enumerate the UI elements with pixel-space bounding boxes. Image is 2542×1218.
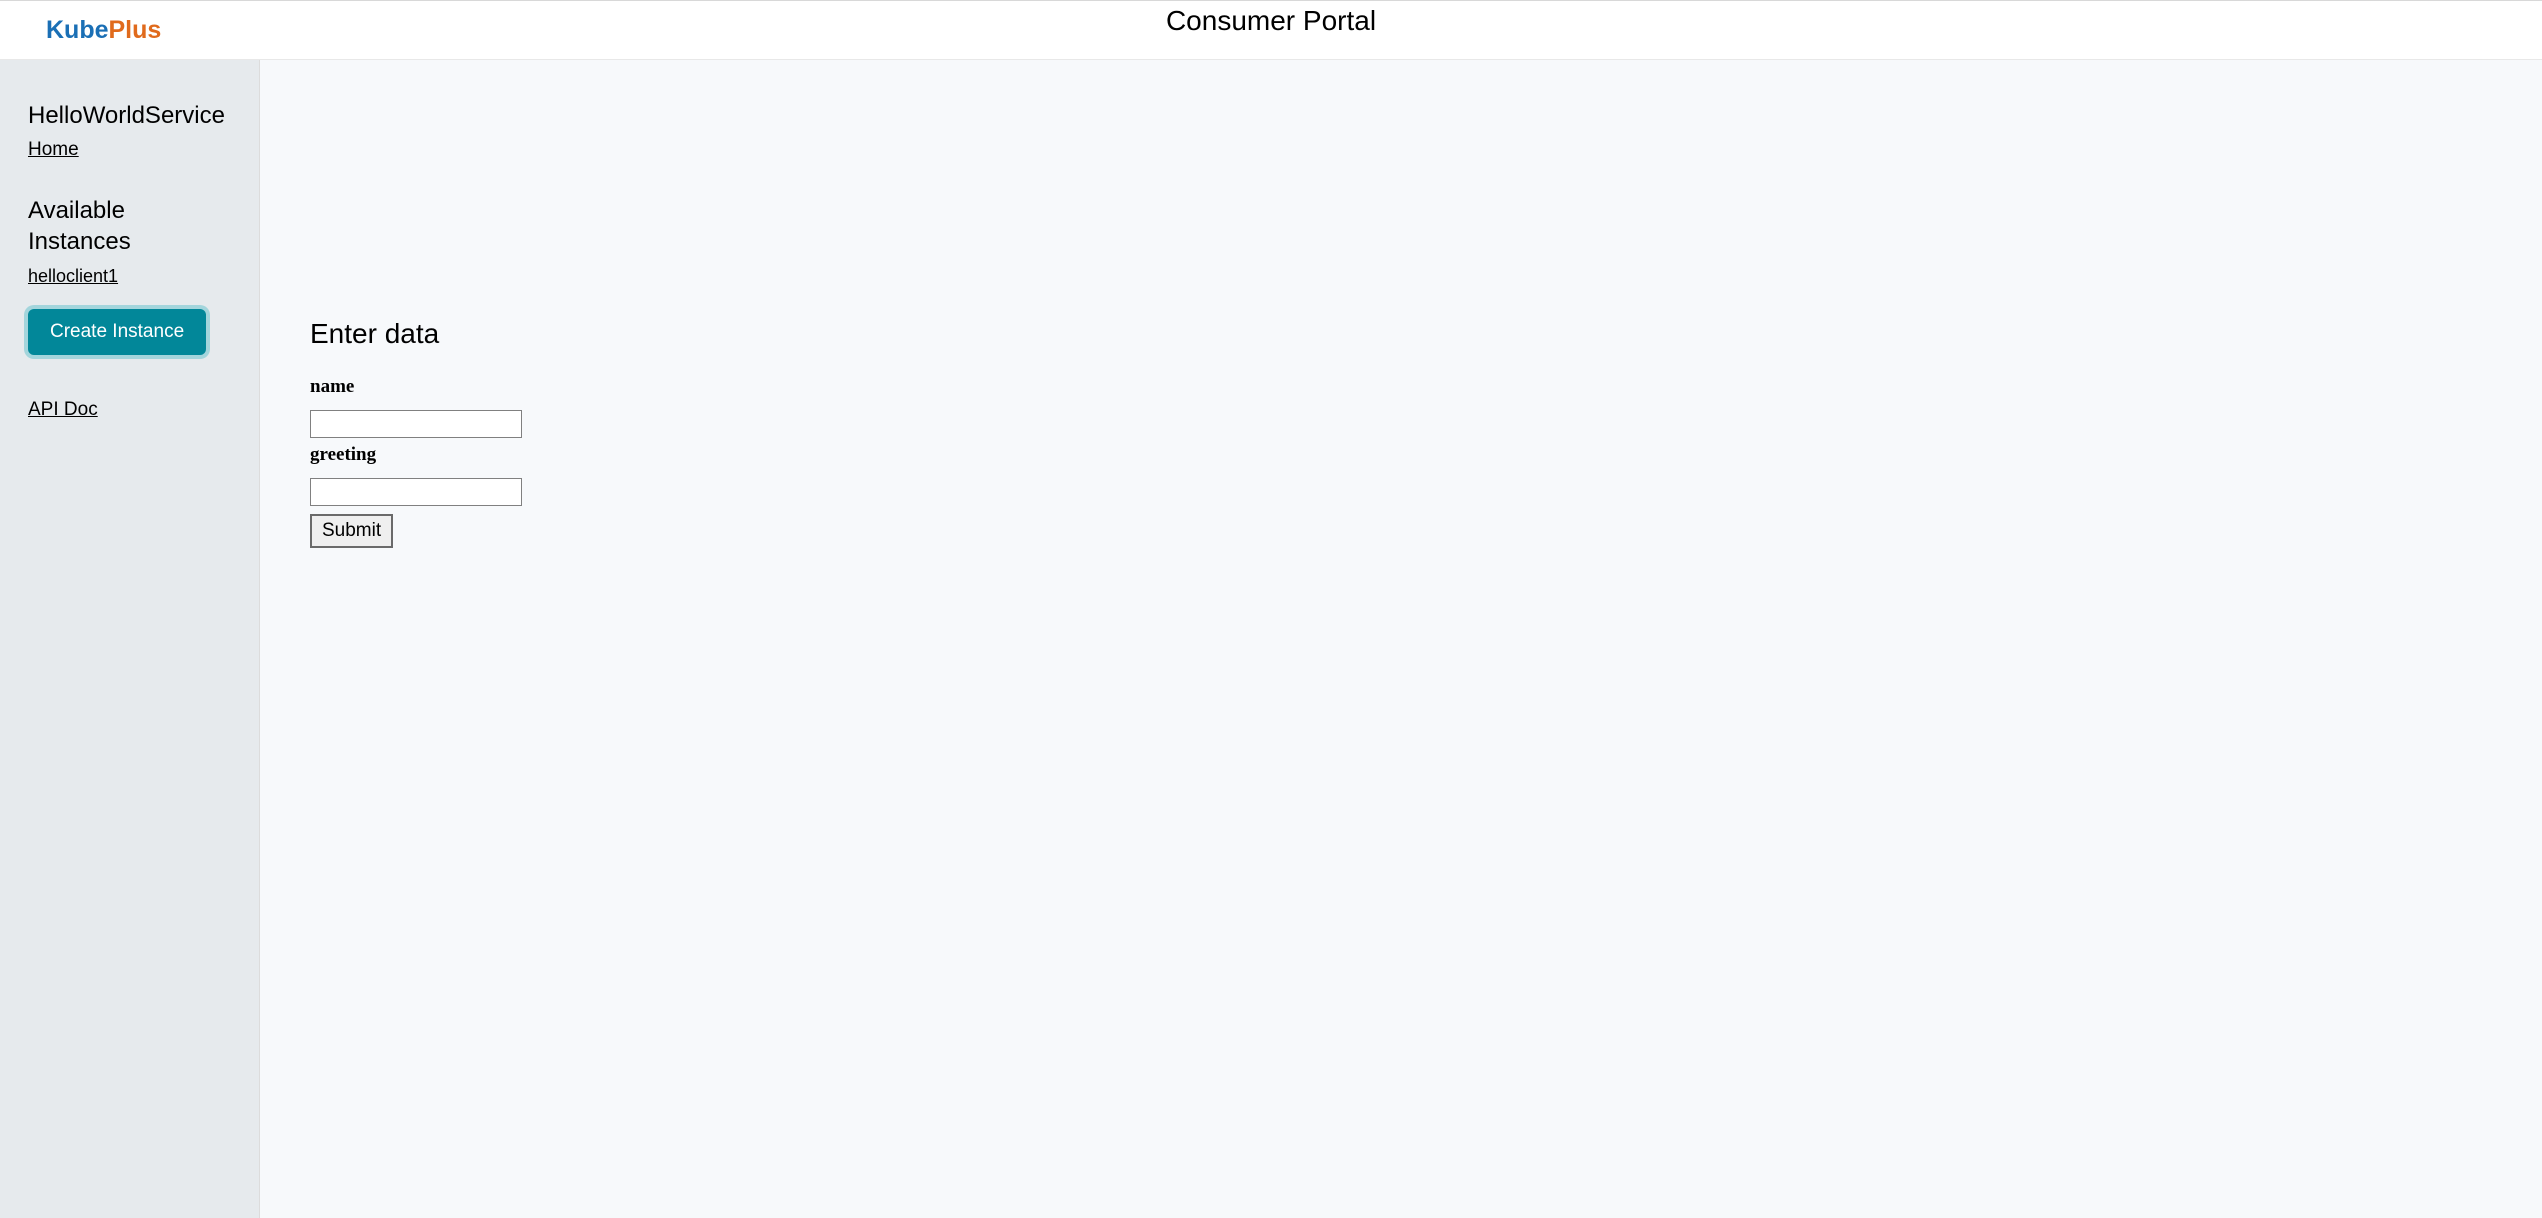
sidebar-service-name: HelloWorldService: [28, 100, 231, 131]
logo-plus: Plus: [109, 16, 162, 44]
logo-kube: Kube: [46, 16, 109, 44]
header: KubePlus Consumer Portal: [0, 0, 2542, 60]
form-title: Enter data: [310, 318, 2492, 350]
sidebar-home-link[interactable]: Home: [28, 139, 231, 161]
page-title: Consumer Portal: [1166, 5, 1376, 37]
submit-button[interactable]: Submit: [310, 514, 393, 548]
container: HelloWorldService Home Available Instanc…: [0, 60, 2542, 1218]
greeting-input[interactable]: [310, 478, 522, 506]
sidebar-instances-section: Available Instances helloclient1 Create …: [28, 195, 231, 398]
sidebar-instances-heading: Available Instances: [28, 195, 231, 257]
sidebar: HelloWorldService Home Available Instanc…: [0, 60, 260, 1218]
main-content: Enter data name greeting Submit: [260, 60, 2542, 1218]
greeting-label: greeting: [310, 444, 2492, 466]
create-instance-button[interactable]: Create Instance: [28, 309, 206, 355]
logo: KubePlus: [46, 16, 161, 45]
sidebar-instance-link[interactable]: helloclient1: [28, 266, 231, 287]
sidebar-api-doc-link[interactable]: API Doc: [28, 399, 231, 421]
name-label: name: [310, 376, 2492, 398]
name-input[interactable]: [310, 410, 522, 438]
